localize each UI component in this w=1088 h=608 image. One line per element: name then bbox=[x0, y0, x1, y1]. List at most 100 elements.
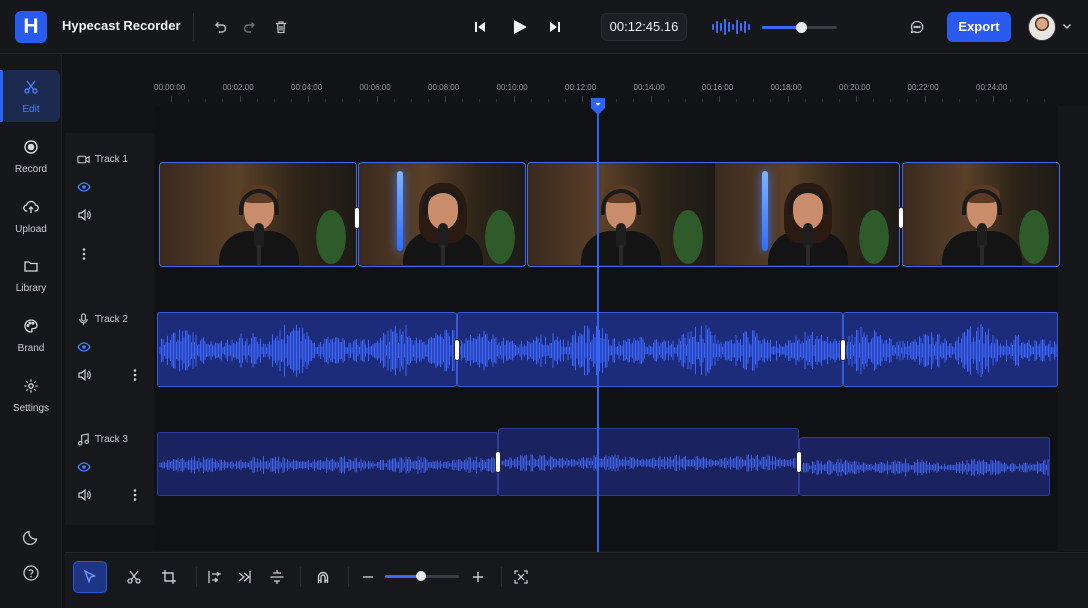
music-clip[interactable] bbox=[799, 437, 1050, 496]
more-options-icon[interactable] bbox=[128, 368, 142, 382]
help-icon[interactable] bbox=[22, 564, 40, 582]
more-options-icon[interactable] bbox=[77, 247, 91, 261]
ruler-tick-minor bbox=[975, 99, 977, 102]
playhead-marker-icon[interactable] bbox=[590, 97, 606, 116]
timeline-ruler[interactable]: 00:00:00 00:02:00 00:04:00 00:06:00 00:08:00… bbox=[154, 78, 1058, 106]
track-name: Track 1 bbox=[95, 154, 128, 165]
sidebar: Edit Record Upload Library Brand Setting… bbox=[0, 55, 62, 608]
cut-icon bbox=[127, 570, 141, 584]
skip-back-button[interactable] bbox=[468, 15, 492, 39]
app-logo[interactable]: H bbox=[15, 11, 47, 43]
video-clip[interactable] bbox=[358, 162, 526, 267]
sidebar-item-label: Library bbox=[15, 283, 47, 294]
clip-trim-handle[interactable] bbox=[454, 339, 460, 361]
zoom-in-button[interactable] bbox=[461, 561, 495, 593]
ruler-tick bbox=[650, 96, 652, 102]
volume-icon[interactable] bbox=[77, 368, 91, 382]
audio-clip[interactable] bbox=[843, 312, 1058, 387]
redo-button[interactable] bbox=[238, 15, 262, 39]
comments-button[interactable] bbox=[905, 15, 929, 39]
ruler-tick-minor bbox=[427, 99, 429, 102]
volume-icon[interactable] bbox=[77, 488, 91, 502]
ruler-tick-minor bbox=[838, 99, 840, 102]
divider bbox=[348, 567, 349, 587]
clip-trim-handle[interactable] bbox=[495, 451, 501, 473]
app-title: Hypecast Recorder bbox=[62, 18, 181, 33]
align-button[interactable] bbox=[198, 561, 232, 593]
top-bar: H Hypecast Recorder 00:12:45.16 Export bbox=[0, 0, 1088, 54]
audio-clip[interactable] bbox=[457, 312, 843, 387]
divider bbox=[196, 567, 197, 587]
clip-trim-handle[interactable] bbox=[898, 207, 904, 229]
delete-button[interactable] bbox=[269, 15, 293, 39]
video-thumbnail bbox=[528, 163, 715, 265]
skip-forward-button[interactable] bbox=[543, 15, 567, 39]
moon-icon[interactable] bbox=[22, 528, 40, 546]
ruler-time-label: 00:10:00 bbox=[496, 83, 528, 92]
fit-to-screen-button[interactable] bbox=[504, 561, 538, 593]
ruler-tick-minor bbox=[325, 99, 327, 102]
audio-waveform bbox=[500, 454, 797, 472]
zoom-out-button[interactable] bbox=[351, 561, 385, 593]
track-header-2[interactable]: Track 2 bbox=[65, 293, 154, 403]
zoom-slider[interactable] bbox=[385, 571, 459, 581]
music-note-icon bbox=[78, 433, 89, 446]
select-tool-button[interactable] bbox=[73, 561, 107, 593]
user-avatar[interactable] bbox=[1028, 13, 1056, 41]
align-left-icon bbox=[208, 571, 221, 583]
sidebar-item-record[interactable]: Record bbox=[2, 130, 60, 182]
play-button[interactable] bbox=[506, 14, 532, 40]
ruler-tick-minor bbox=[530, 99, 532, 102]
video-clip[interactable] bbox=[902, 162, 1060, 267]
crop-button[interactable] bbox=[152, 561, 186, 593]
ruler-tick-minor bbox=[290, 99, 292, 102]
ruler-tick bbox=[171, 96, 172, 102]
volume-slider[interactable] bbox=[762, 22, 837, 33]
zoom-slider-knob[interactable] bbox=[415, 571, 426, 581]
ruler-tick bbox=[376, 96, 378, 102]
magnet-button[interactable] bbox=[306, 561, 340, 593]
video-clip[interactable] bbox=[159, 162, 357, 267]
split-button[interactable] bbox=[260, 561, 294, 593]
playhead-line[interactable] bbox=[597, 100, 599, 552]
trim-button[interactable] bbox=[228, 561, 262, 593]
undo-button[interactable] bbox=[208, 15, 232, 39]
divider bbox=[501, 567, 502, 587]
clip-trim-handle[interactable] bbox=[354, 207, 360, 229]
ruler-tick-minor bbox=[496, 99, 498, 102]
clip-trim-handle[interactable] bbox=[796, 451, 802, 473]
music-clip[interactable] bbox=[157, 432, 498, 496]
ruler-time-label: 00:12:00 bbox=[565, 83, 597, 92]
sidebar-item-library[interactable]: Library bbox=[2, 249, 60, 301]
audio-clip[interactable] bbox=[157, 312, 457, 387]
export-button[interactable]: Export bbox=[947, 12, 1011, 42]
palette-icon bbox=[24, 319, 38, 333]
audio-waveform bbox=[845, 324, 1057, 377]
chevron-down-icon[interactable] bbox=[1061, 20, 1073, 32]
eye-icon[interactable] bbox=[77, 340, 91, 354]
ruler-tick-minor bbox=[410, 99, 412, 102]
ruler-tick-minor bbox=[342, 99, 344, 102]
sidebar-item-upload[interactable]: Upload bbox=[2, 190, 60, 242]
sidebar-item-settings[interactable]: Settings bbox=[2, 369, 60, 421]
bottom-toolbar bbox=[65, 552, 1088, 608]
cut-button[interactable] bbox=[117, 561, 151, 593]
track-header-1[interactable]: Track 1 bbox=[65, 133, 154, 283]
track-header-3[interactable]: Track 3 bbox=[65, 413, 154, 523]
eye-icon[interactable] bbox=[77, 460, 91, 474]
sidebar-item-brand[interactable]: Brand bbox=[2, 309, 60, 361]
volume-icon[interactable] bbox=[77, 208, 91, 222]
skip-forward-icon bbox=[550, 22, 560, 32]
more-options-icon[interactable] bbox=[128, 488, 142, 502]
ruler-tick bbox=[719, 96, 720, 102]
volume-slider-knob[interactable] bbox=[796, 22, 807, 33]
ruler-time-label: 00:00:00 bbox=[154, 83, 186, 92]
music-clip[interactable] bbox=[498, 428, 799, 496]
ruler-tick-minor bbox=[273, 99, 275, 102]
clip-trim-handle[interactable] bbox=[840, 339, 846, 361]
eye-icon[interactable] bbox=[77, 180, 91, 194]
sidebar-item-edit[interactable]: Edit bbox=[0, 70, 60, 122]
ruler-time-label: 00:04:00 bbox=[291, 83, 323, 92]
video-clip[interactable] bbox=[527, 162, 900, 267]
track-name: Track 3 bbox=[95, 434, 128, 445]
